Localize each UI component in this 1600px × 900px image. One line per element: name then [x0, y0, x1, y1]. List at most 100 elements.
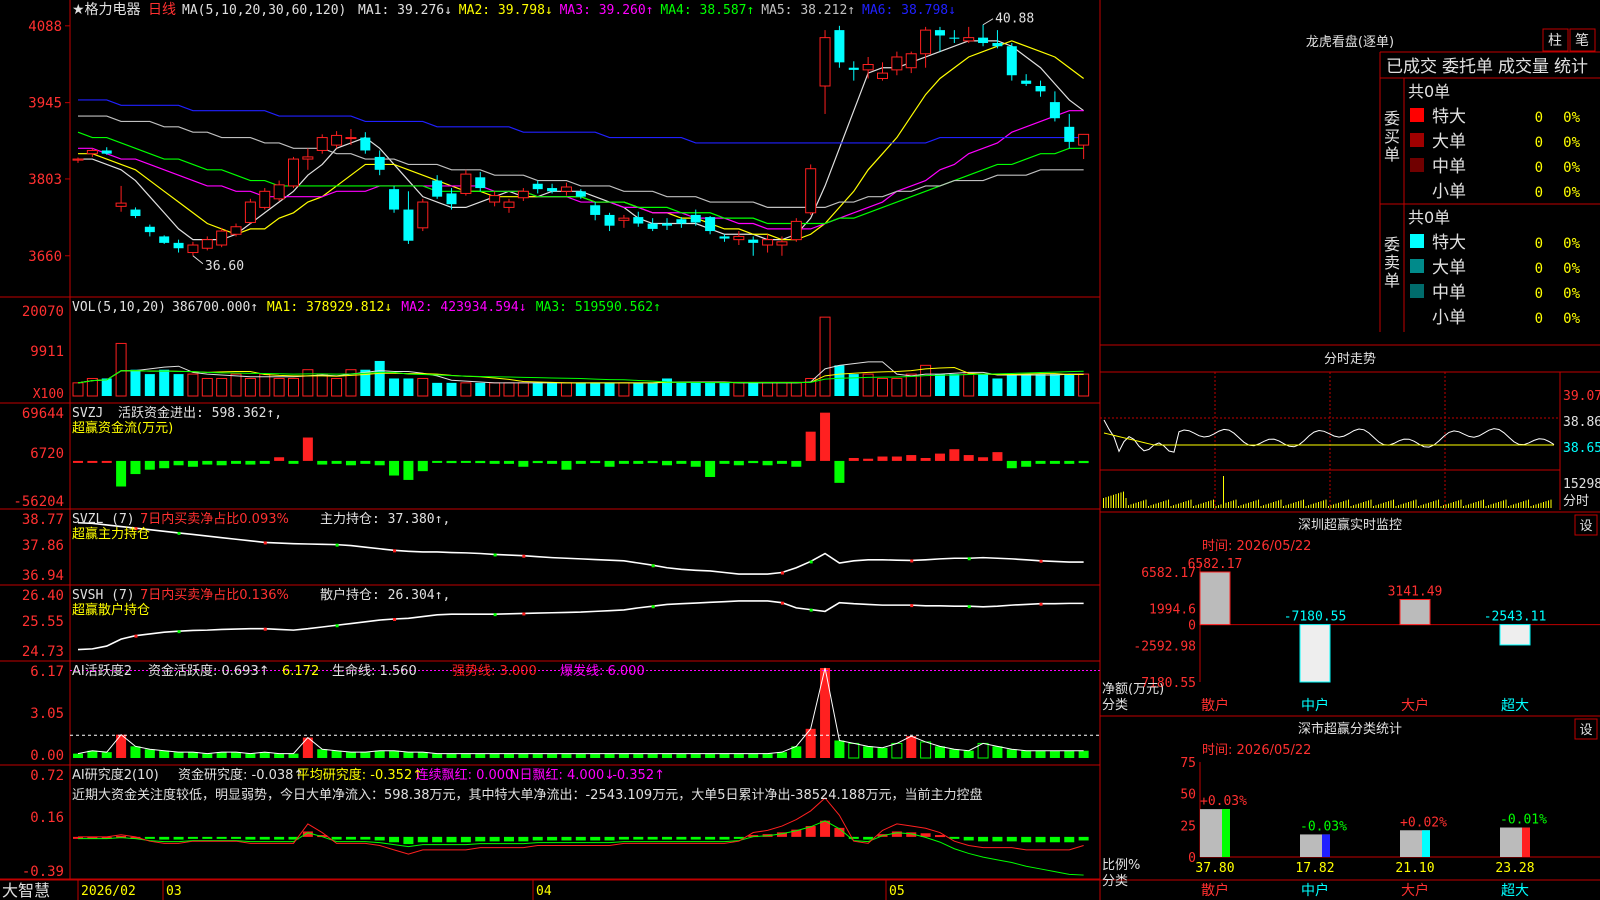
research-bar	[475, 836, 486, 842]
fund-flow-bar	[489, 460, 500, 464]
intraday-volume-bar	[1530, 506, 1532, 508]
candle-body-down	[705, 217, 716, 232]
research-bar	[417, 836, 428, 843]
svzj-title: 超赢资金流(万元)	[72, 420, 173, 436]
volume-bar-down	[1006, 374, 1017, 396]
tab-button-1[interactable]: 笔	[1575, 33, 1589, 49]
intraday-volume-bar	[1300, 500, 1302, 508]
volume-bar-up	[230, 373, 242, 397]
main-force-dot	[910, 559, 914, 563]
candle-body-down	[575, 191, 586, 197]
intraday-volume-bar	[1425, 503, 1427, 508]
volume-bar-up	[417, 377, 429, 397]
intraday-volume-bar	[1323, 500, 1324, 508]
volume-bar-down	[159, 369, 170, 396]
fund-flow-bar	[518, 460, 529, 467]
classify-value-label: 23.28	[1495, 861, 1534, 876]
fund-flow-bar	[116, 460, 127, 487]
intraday-volume-bar	[1120, 492, 1122, 508]
sell-row-value: 0	[1535, 236, 1543, 252]
intraday-volume-bar	[1468, 504, 1469, 508]
intraday-volume-bar	[1545, 501, 1547, 508]
activity-bar	[231, 752, 242, 758]
volume-bar-down	[690, 382, 701, 396]
fund-flow-bar	[331, 460, 342, 464]
research-bar	[992, 836, 1003, 842]
intraday-volume-bar	[1463, 506, 1464, 508]
volume-bar-down	[532, 382, 543, 396]
intraday-volume-bar	[1363, 502, 1364, 508]
intraday-volume-bar	[1408, 502, 1409, 508]
volume-bar-up	[316, 373, 328, 397]
volume-bar-up	[877, 377, 889, 397]
classify-category-label: 中户	[1301, 882, 1329, 899]
retail-dot	[910, 604, 914, 608]
intraday-volume-bar	[1543, 502, 1544, 508]
ai-tick-label: 0.00	[30, 748, 64, 764]
fund-flow-bar	[863, 458, 874, 461]
monitor-category-heading: 分类	[1102, 698, 1128, 713]
fund-flow-bar	[690, 460, 701, 467]
candle-body-up	[862, 64, 874, 71]
intraday-volume-bar	[1320, 501, 1322, 508]
volume-bar-down	[676, 382, 687, 396]
intraday-volume-bar	[1288, 504, 1289, 508]
volume-bar-up	[460, 382, 472, 397]
buy-row-value: 0	[1535, 160, 1543, 176]
activity-bar	[949, 749, 960, 758]
ma-value-6: MA6: 38.798↓	[862, 3, 956, 18]
main-force-dot	[522, 554, 526, 558]
intraday-volume-bar	[1148, 506, 1149, 508]
volume-bar-down	[949, 374, 960, 396]
volume-bar-down	[748, 382, 759, 396]
research-bar	[345, 836, 356, 840]
intraday-volume-bar	[1298, 501, 1299, 508]
classify-title: 深市超赢分类统计	[1298, 721, 1402, 737]
svzj-tick-label: -56204	[13, 494, 64, 510]
classify-settings-button[interactable]: 设	[1579, 723, 1592, 738]
trading-terminal: 4088 3945 3803 3660 40.88 36.60 ★格力电器 日线 MA(5,10…	[0, 0, 1600, 900]
activity-bar	[73, 753, 83, 758]
volume-bar-up	[733, 382, 745, 397]
fund-flow-bar	[604, 460, 615, 467]
fund-flow-bar	[288, 460, 299, 464]
research-value-4: -0.352↑	[612, 768, 665, 783]
intraday-volume-bar	[1508, 506, 1509, 508]
fund-flow-bar	[317, 460, 328, 465]
fund-flow-bar	[360, 460, 371, 464]
intraday-volume-bar	[1333, 504, 1334, 508]
intraday-volume-bar	[1538, 503, 1539, 508]
research-bar	[403, 836, 414, 845]
intraday-volume-bar	[1103, 498, 1104, 508]
tab-button-0[interactable]: 柱	[1548, 33, 1562, 49]
intraday-volume-bar	[1458, 500, 1459, 508]
intraday-volume-bar	[1183, 502, 1184, 508]
intraday-volume-bar	[1133, 503, 1134, 508]
main-force-dot	[393, 549, 397, 553]
intraday-volume-bar	[1420, 505, 1422, 508]
main-force-line	[77, 521, 1084, 575]
monitor-settings-button[interactable]: 设	[1579, 519, 1592, 534]
candle-body-up	[776, 241, 788, 246]
research-bar	[1035, 836, 1046, 843]
candle-body-down	[934, 30, 945, 36]
research-bar	[719, 836, 730, 840]
retail-title: 超赢散户持仓	[72, 602, 150, 618]
activity-bar	[647, 753, 658, 758]
date-label: 04	[536, 884, 552, 899]
research-bar	[259, 836, 270, 840]
research-bar	[963, 836, 974, 841]
low-marker-line	[192, 255, 204, 265]
intraday-volume-bar	[1308, 505, 1309, 508]
research-bar	[187, 836, 198, 839]
volume-ma-5	[77, 361, 1084, 384]
intraday-volume-bar	[1488, 505, 1489, 508]
intraday-volume-bar	[1533, 505, 1534, 508]
candle-body-up	[287, 158, 299, 187]
fund-flow-bar	[834, 460, 845, 483]
sell-swatch	[1410, 234, 1424, 248]
retail-dot	[967, 605, 971, 609]
sell-count: 共0单	[1408, 208, 1450, 227]
intraday-volume-bar	[1113, 494, 1114, 508]
candle-body-up	[963, 37, 975, 42]
